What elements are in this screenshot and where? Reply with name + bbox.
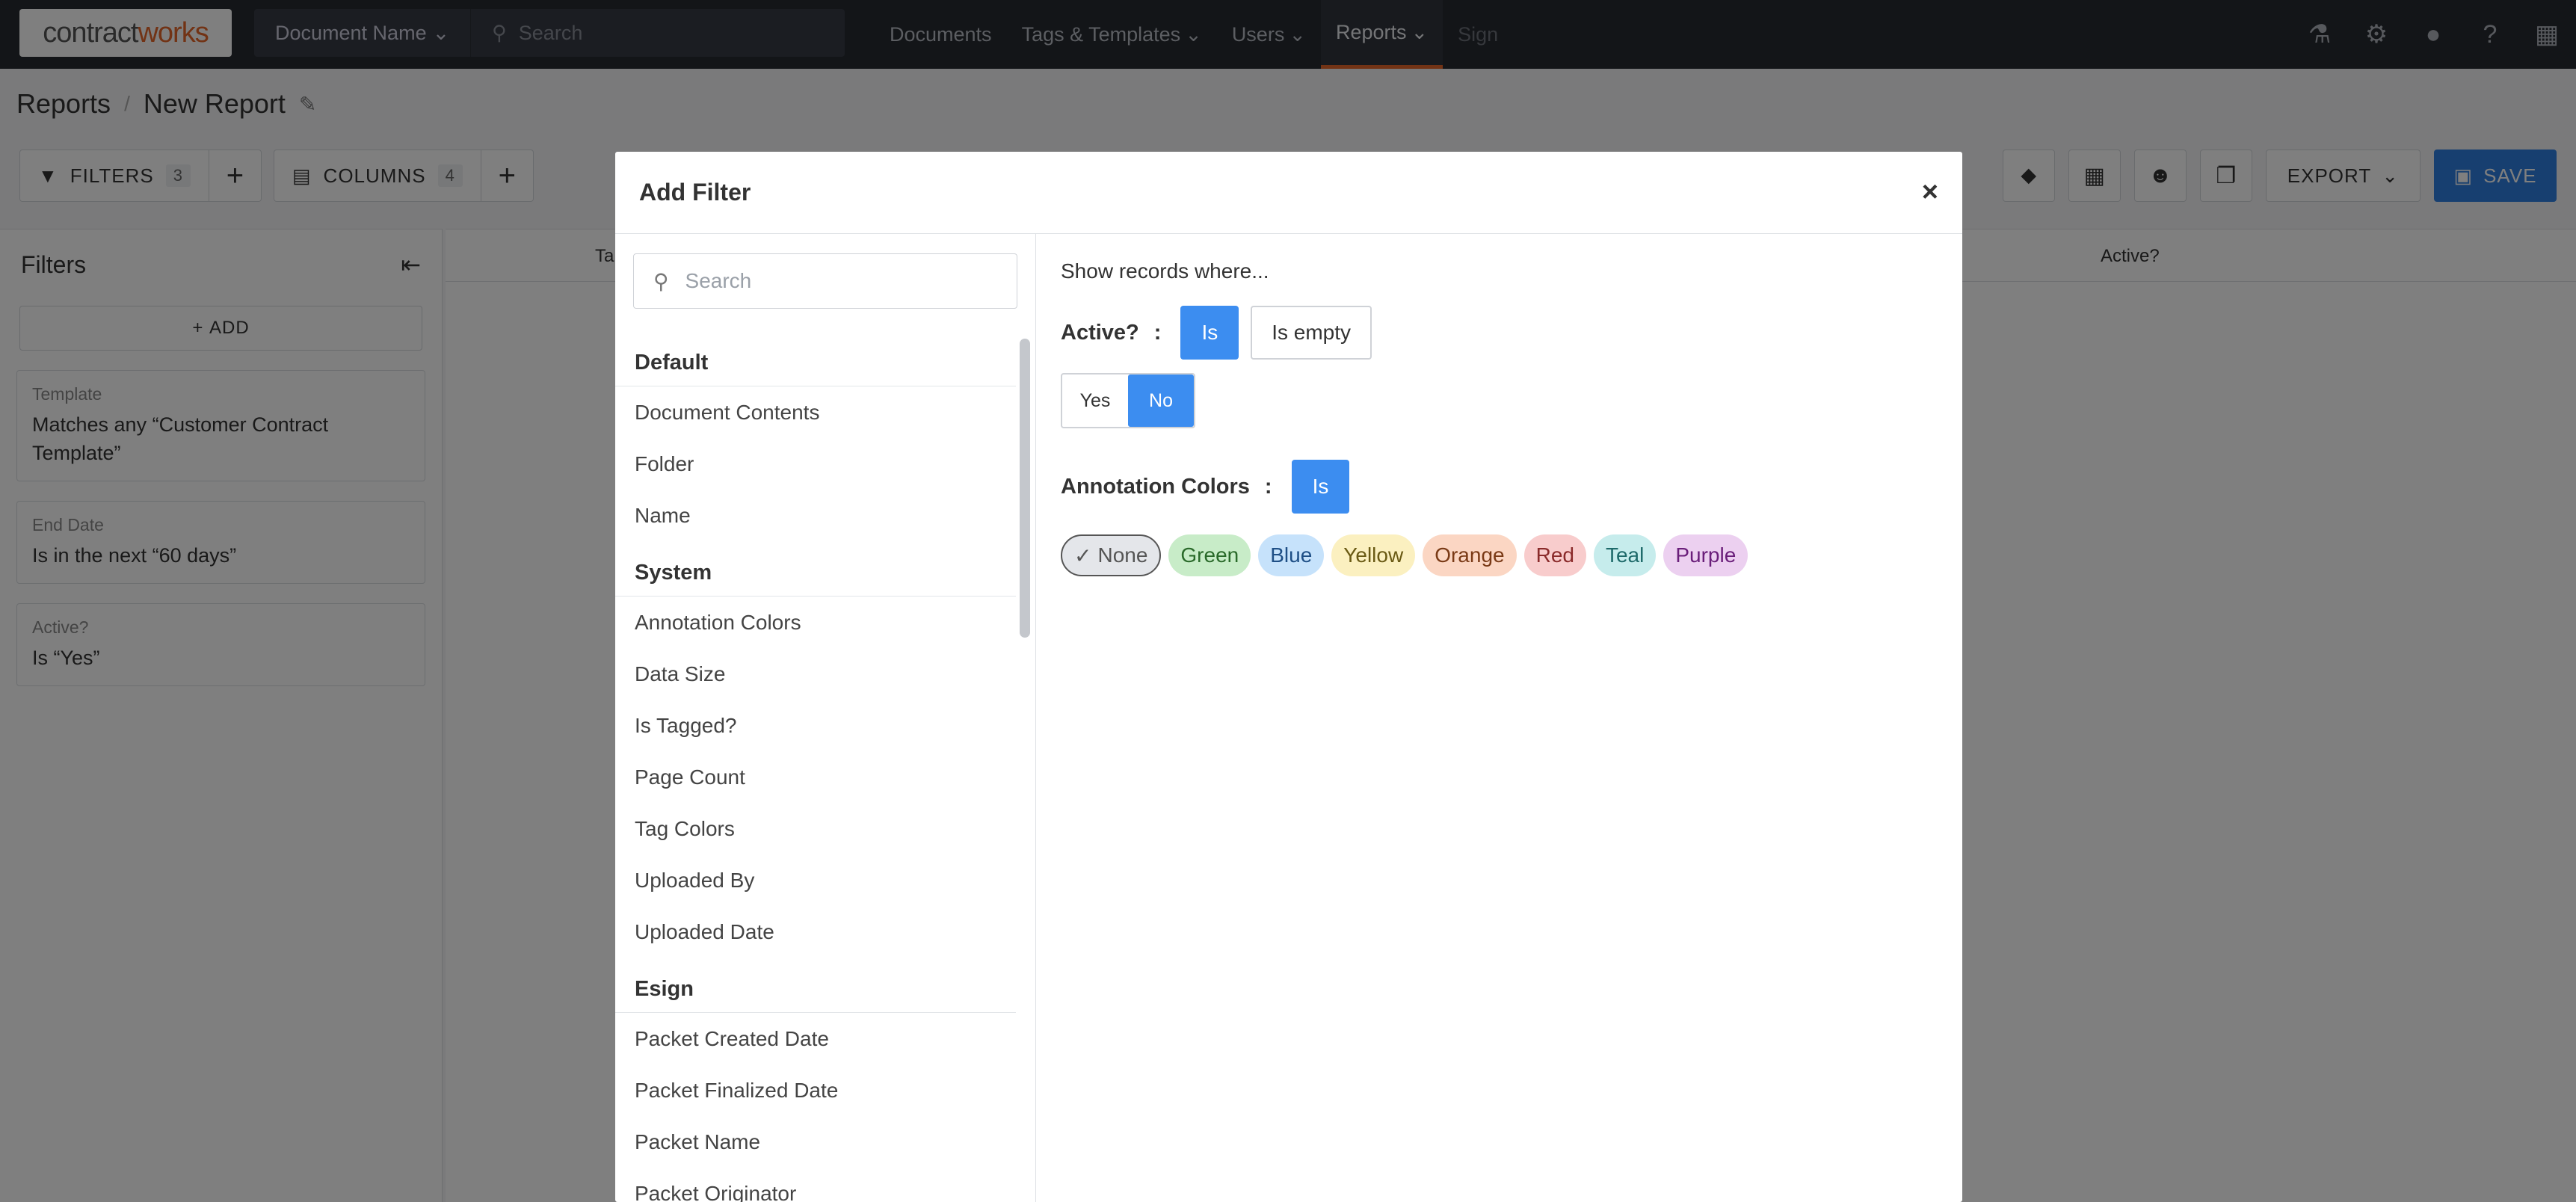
color-pill-label: Red <box>1535 543 1574 567</box>
search-icon: ⚲ <box>653 269 669 293</box>
operator-is-label: Is <box>1201 321 1218 344</box>
list-item[interactable]: Data Size <box>615 648 1016 700</box>
list-item[interactable]: Folder <box>615 438 1016 490</box>
list-item[interactable]: Uploaded By <box>615 854 1016 906</box>
color-pill-yellow[interactable]: Yellow <box>1331 534 1416 576</box>
group-heading-esign: Esign <box>615 958 1016 1013</box>
field-list: Default Document Contents Folder Name Sy… <box>615 331 1016 1202</box>
list-item[interactable]: Document Contents <box>615 386 1016 438</box>
operator-is-empty-label: Is empty <box>1272 321 1352 344</box>
list-item[interactable]: Is Tagged? <box>615 700 1016 751</box>
color-pill-label: Purple <box>1675 543 1737 567</box>
color-pill-label: Yellow <box>1343 543 1404 567</box>
color-pill-label: Green <box>1180 543 1239 567</box>
no-label: No <box>1149 389 1173 411</box>
list-item[interactable]: Packet Name <box>615 1116 1016 1168</box>
close-icon[interactable]: × <box>1922 176 1938 209</box>
colon: : <box>1264 474 1272 499</box>
color-pill-green[interactable]: Green <box>1168 534 1251 576</box>
color-pill-red[interactable]: Red <box>1523 534 1586 576</box>
annotation-operator-label: Is <box>1312 475 1329 498</box>
color-pill-label: Teal <box>1605 543 1645 567</box>
annotation-filter-row: Annotation Colors : Is <box>1061 460 1938 514</box>
active-field-label: Active? <box>1061 320 1139 345</box>
modal-header: Add Filter × <box>615 152 1962 234</box>
group-heading-system: System <box>615 541 1016 597</box>
list-item[interactable]: Packet Originator <box>615 1168 1016 1202</box>
color-pill-purple[interactable]: Purple <box>1663 534 1748 576</box>
filter-intro-text: Show records where... <box>1061 259 1269 283</box>
modal-title: Add Filter <box>639 179 751 206</box>
list-item[interactable]: Uploaded Date <box>615 906 1016 958</box>
yes-no-toggle: Yes No <box>1061 373 1195 428</box>
list-item[interactable]: Name <box>615 490 1016 541</box>
field-list-scrollbar[interactable] <box>1020 339 1030 638</box>
annotation-color-pills: ✓ None Green Blue Yellow Orange Red Teal Purple <box>1061 534 1938 576</box>
operator-is-button[interactable]: Is <box>1180 306 1239 360</box>
color-pill-orange[interactable]: Orange <box>1423 534 1517 576</box>
active-filter-row: Active? : Is Is empty <box>1061 306 1938 360</box>
no-option[interactable]: No <box>1128 375 1194 427</box>
color-pill-label: Blue <box>1270 543 1313 567</box>
color-pill-label: Orange <box>1435 543 1505 567</box>
yes-label: Yes <box>1079 389 1111 411</box>
filter-editor-pane: Show records where... Active? : Is Is em… <box>1037 234 1962 1202</box>
yes-option[interactable]: Yes <box>1062 375 1128 427</box>
list-item[interactable]: Packet Created Date <box>615 1013 1016 1064</box>
annotation-field-label: Annotation Colors <box>1061 474 1250 499</box>
colon: : <box>1153 320 1162 345</box>
annotation-operator-is-button[interactable]: Is <box>1291 460 1350 514</box>
field-search-input[interactable]: ⚲ Search <box>633 253 1017 309</box>
color-pill-label: None <box>1097 543 1148 567</box>
field-search-placeholder: Search <box>685 269 752 292</box>
operator-is-empty-button[interactable]: Is empty <box>1251 306 1372 360</box>
checkmark-icon: ✓ <box>1074 543 1092 567</box>
color-pill-none[interactable]: ✓ None <box>1061 534 1162 576</box>
list-item[interactable]: Packet Finalized Date <box>615 1064 1016 1116</box>
add-filter-modal: Add Filter × ⚲ Search Default Document C… <box>615 152 1962 1202</box>
color-pill-teal[interactable]: Teal <box>1593 534 1657 576</box>
list-item[interactable]: Annotation Colors <box>615 597 1016 648</box>
field-list-pane: ⚲ Search Default Document Contents Folde… <box>615 234 1036 1202</box>
color-pill-blue[interactable]: Blue <box>1258 534 1325 576</box>
group-heading-default: Default <box>615 331 1016 386</box>
list-item[interactable]: Page Count <box>615 751 1016 803</box>
list-item[interactable]: Tag Colors <box>615 803 1016 854</box>
